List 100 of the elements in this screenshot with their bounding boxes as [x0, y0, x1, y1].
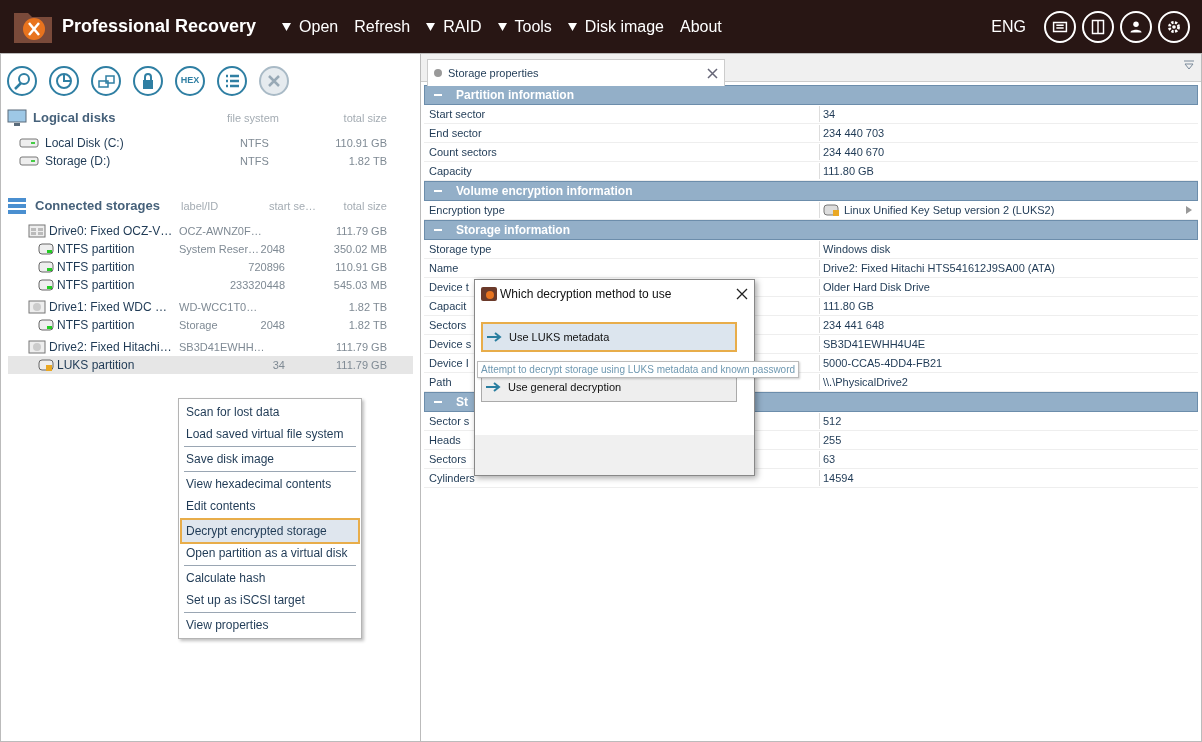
server-stack-icon [7, 197, 29, 215]
column-header: total size [343, 110, 387, 126]
file-system: NTFS [240, 135, 269, 151]
caret-icon [282, 22, 292, 31]
partition-icon [38, 318, 54, 332]
menu-item[interactable]: About [672, 14, 730, 39]
arrow-icon [486, 382, 502, 392]
partition-row[interactable]: NTFS partition Storage 2048 1.82 TB [8, 316, 413, 334]
property-value: Linux Unified Key Setup version 2 (LUKS2) [844, 202, 1055, 218]
toolbar-button[interactable] [49, 66, 79, 96]
menu-item[interactable]: Edit contents [182, 495, 358, 517]
partition-row[interactable]: LUKS partition 34 111.79 GB [8, 356, 413, 374]
property-value: 234 441 648 [823, 317, 885, 333]
user-icon-button[interactable] [1120, 10, 1152, 43]
drive-row[interactable]: Drive1: Fixed WDC … WD-WCC1T0… 1.82 TB [8, 298, 413, 316]
drive-copy-icon [97, 72, 115, 90]
expand-arrow-icon[interactable] [1186, 206, 1192, 214]
property-value: 234 440 670 [823, 144, 885, 160]
language-selector[interactable]: ENG [991, 14, 1026, 39]
pie-chart-icon [55, 72, 73, 90]
toolbar-button[interactable] [217, 66, 247, 96]
property-value: 234 440 703 [823, 125, 885, 141]
drive-icon [19, 138, 39, 148]
partition-row[interactable]: NTFS partition 233320448 545.03 MB [8, 276, 413, 294]
drive-icon [19, 156, 39, 166]
property-value: 14594 [823, 470, 854, 486]
menu-item[interactable]: Open [274, 14, 347, 39]
partition-row[interactable]: NTFS partition 720896 110.91 GB [8, 258, 413, 276]
property-label: Encryption type [424, 201, 820, 219]
search-icon [13, 72, 31, 90]
panel-icon-button[interactable] [1044, 10, 1076, 43]
hex-button[interactable]: HEX [175, 66, 205, 96]
drive-row[interactable]: Drive0: Fixed OCZ-V… OCZ-AWNZ0F… 111.79 GB [8, 222, 413, 240]
locked-partition-icon [38, 358, 54, 372]
property-label: End sector [424, 124, 820, 142]
disk-name: Local Disk (C:) [45, 135, 124, 152]
menu-item[interactable]: Scan for lost data [182, 401, 358, 423]
option-button[interactable]: Use LUKS metadata [481, 322, 737, 352]
property-value: Drive2: Fixed Hitachi HTS541612J9SA00 (ATA) [823, 260, 1055, 276]
menu-item[interactable]: RAID [418, 14, 490, 39]
property-label: Capacity [424, 162, 820, 180]
storage-properties-tab[interactable]: Storage properties [427, 59, 725, 86]
property-value: 255 [823, 432, 842, 448]
property-label: Name [424, 259, 820, 277]
app-icon [481, 287, 497, 301]
caret-icon [497, 22, 507, 31]
total-size: 110.91 GB [335, 135, 387, 151]
property-value: 512 [823, 413, 842, 429]
sidebar-icon-button[interactable] [1082, 10, 1114, 43]
drive-row[interactable]: Drive2: Fixed Hitachi… SB3D41EWHH… 111.79 GB [8, 338, 413, 356]
locked-drive-icon [823, 203, 841, 217]
property-label: Start sector [424, 105, 820, 123]
caret-icon [426, 22, 436, 31]
partition-row[interactable]: NTFS partition System Reser…2048 350.02 MB [8, 240, 413, 258]
file-system: NTFS [240, 153, 269, 169]
menu-item[interactable]: Refresh [346, 14, 419, 39]
property-label: Storage type [424, 240, 820, 258]
dot-icon [434, 69, 442, 77]
toolbar-button[interactable] [91, 66, 121, 96]
property-value: \\.\PhysicalDrive2 [823, 374, 908, 390]
menu-item[interactable]: Open partition as a virtual disk [182, 542, 358, 564]
menu-item[interactable]: Set up as iSCSI target [182, 589, 358, 611]
partition-icon [38, 260, 54, 274]
close-icon[interactable] [736, 288, 748, 300]
menu-item[interactable]: Calculate hash [182, 567, 358, 589]
total-size: 1.82 TB [348, 153, 387, 169]
property-value: Older Hard Disk Drive [823, 279, 930, 295]
property-value: 111.80 GB [823, 163, 874, 179]
toolbar-button[interactable] [7, 66, 37, 96]
column-header: total size [343, 198, 387, 214]
menu-item[interactable]: Tools [489, 14, 560, 39]
app-title: Professional Recovery [62, 15, 257, 38]
caret-icon [567, 22, 577, 31]
column-header: file system [227, 110, 279, 126]
property-label: Count sectors [424, 143, 820, 161]
property-value: SB3D41EWHH4U4E [823, 336, 926, 352]
menu-item[interactable]: Disk image [559, 14, 672, 39]
partition-icon [38, 242, 54, 256]
arrow-icon [487, 332, 503, 342]
property-value: Windows disk [823, 241, 891, 257]
property-value: 63 [823, 451, 836, 467]
menu-item[interactable]: Save disk image [182, 448, 358, 470]
menu-item[interactable]: View hexadecimal contents [182, 473, 358, 495]
toolbar-button[interactable] [133, 66, 163, 96]
list-icon [223, 72, 241, 90]
property-value: 111.80 GB [823, 298, 874, 314]
tooltip: Attempt to decrypt storage using LUKS metadata and known password [477, 361, 800, 378]
column-header: label/ID [181, 198, 219, 214]
menu-item[interactable]: Decrypt encrypted storage [182, 520, 358, 542]
property-value: 34 [823, 106, 836, 122]
monitor-icon [7, 109, 27, 127]
column-header: start se… [269, 198, 317, 214]
drive-grid-icon [28, 224, 46, 238]
settings-icon-button[interactable] [1158, 10, 1190, 43]
disk-name: Storage (D:) [45, 153, 111, 170]
menu-item[interactable]: Load saved virtual file system [182, 423, 358, 445]
section-title: Connected storages [35, 197, 160, 216]
property-value: 5000-CCA5-4DD4-FB21 [823, 355, 943, 371]
dropdown-icon[interactable] [1183, 60, 1195, 70]
menu-item[interactable]: View properties [182, 614, 358, 636]
